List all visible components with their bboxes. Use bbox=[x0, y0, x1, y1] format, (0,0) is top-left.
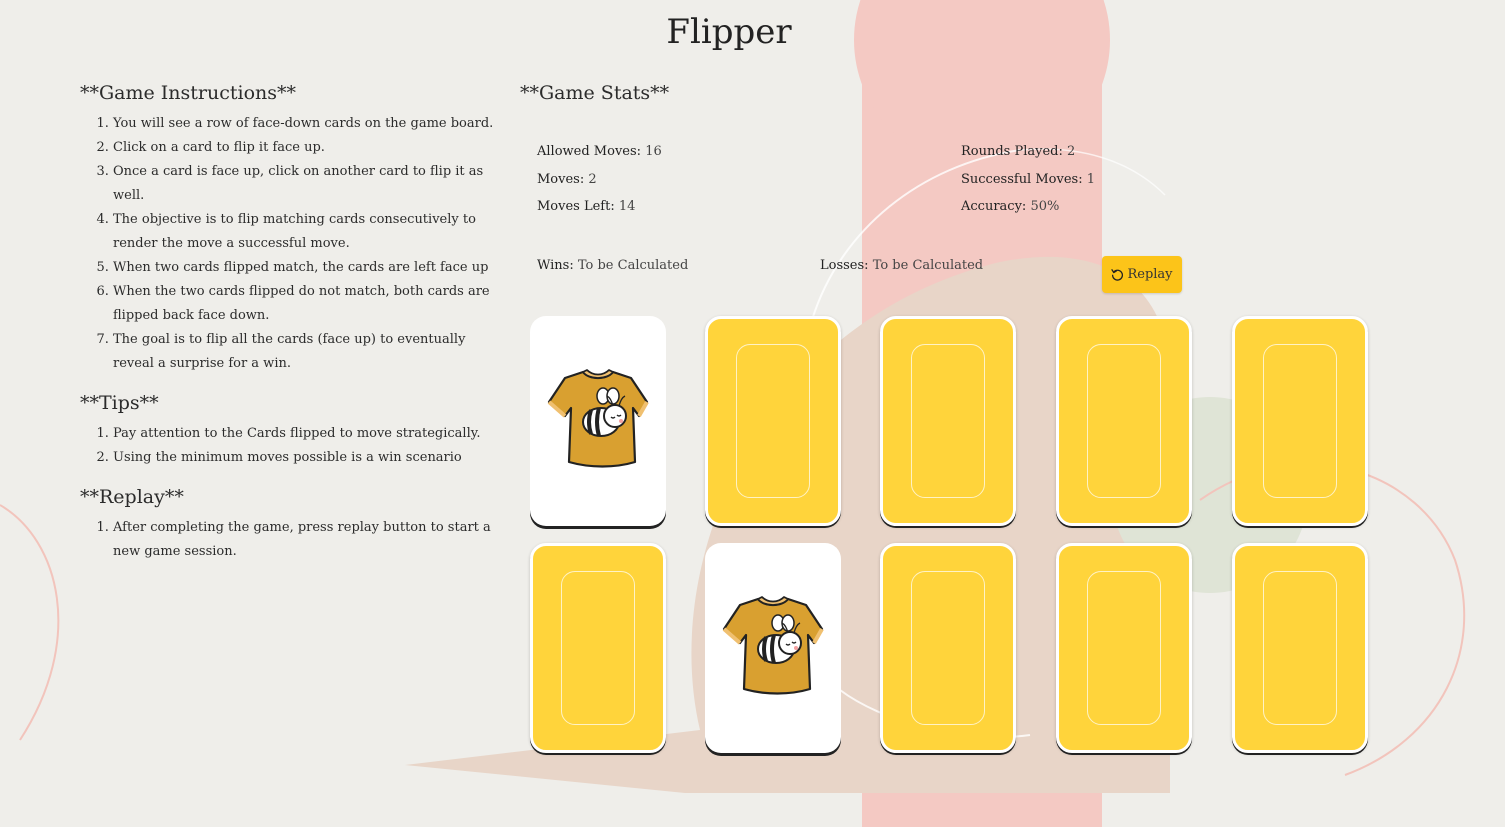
losses-value: To be Calculated bbox=[872, 258, 984, 273]
card-back-pattern bbox=[561, 571, 635, 725]
moves-left-stat: Moves Left: 14 bbox=[537, 199, 635, 214]
instructions-list: You will see a row of face-down cards on… bbox=[80, 112, 510, 376]
replay-button[interactable]: Replay bbox=[1102, 256, 1182, 293]
losses-stat: Losses: To be Calculated bbox=[820, 258, 983, 273]
card-face-down[interactable] bbox=[1232, 543, 1368, 753]
replay-list: After completing the game, press replay … bbox=[80, 516, 510, 564]
tips-heading: **Tips** bbox=[80, 392, 159, 414]
allowed-moves-stat: Allowed Moves: 16 bbox=[537, 144, 662, 159]
instruction-item: You will see a row of face-down cards on… bbox=[113, 112, 510, 136]
card-face-down[interactable] bbox=[1056, 316, 1192, 526]
card-face-down[interactable] bbox=[705, 316, 841, 526]
moves-left-label: Moves Left: bbox=[537, 199, 615, 214]
replay-item: After completing the game, press replay … bbox=[113, 516, 510, 564]
rounds-played-stat: Rounds Played: 2 bbox=[961, 144, 1075, 159]
moves-stat: Moves: 2 bbox=[537, 172, 597, 187]
accuracy-value: 50% bbox=[1030, 199, 1060, 214]
card-back-pattern bbox=[1087, 571, 1161, 725]
instruction-item: When the two cards flipped do not match,… bbox=[113, 280, 510, 328]
tip-item: Pay attention to the Cards flipped to mo… bbox=[113, 422, 510, 446]
allowed-moves-value: 16 bbox=[645, 144, 662, 159]
card-face-down[interactable] bbox=[880, 316, 1016, 526]
card-face-down[interactable] bbox=[530, 543, 666, 753]
instruction-item: When two cards flipped match, the cards … bbox=[113, 256, 510, 280]
wins-label: Wins: bbox=[537, 258, 574, 273]
replay-heading: **Replay** bbox=[80, 486, 184, 508]
allowed-moves-label: Allowed Moves: bbox=[537, 144, 642, 159]
successful-moves-label: Successful Moves: bbox=[961, 172, 1083, 187]
page-title: Flipper bbox=[666, 12, 792, 52]
card-back-pattern bbox=[1263, 571, 1337, 725]
card-back-pattern bbox=[736, 344, 810, 498]
tips-list: Pay attention to the Cards flipped to mo… bbox=[80, 422, 510, 470]
card-back-pattern bbox=[1263, 344, 1337, 498]
card-face-up[interactable] bbox=[530, 316, 666, 526]
card-face-down[interactable] bbox=[880, 543, 1016, 753]
moves-label: Moves: bbox=[537, 172, 585, 187]
game-stats-panel: **Game Stats** Allowed Moves: 16 Moves: … bbox=[520, 82, 1420, 302]
instructions-panel: **Game Instructions** You will see a row… bbox=[80, 82, 510, 580]
stats-heading: **Game Stats** bbox=[520, 82, 670, 104]
card-face-down[interactable] bbox=[1232, 316, 1368, 526]
losses-label: Losses: bbox=[820, 258, 869, 273]
rounds-played-value: 2 bbox=[1067, 144, 1076, 159]
card-face-down[interactable] bbox=[1056, 543, 1192, 753]
successful-moves-value: 1 bbox=[1086, 172, 1095, 187]
moves-left-value: 14 bbox=[618, 199, 636, 214]
card-back-pattern bbox=[1087, 344, 1161, 498]
bee-shirt-icon bbox=[722, 596, 824, 695]
rounds-played-label: Rounds Played: bbox=[961, 144, 1063, 159]
wins-stat: Wins: To be Calculated bbox=[537, 258, 688, 273]
moves-value: 2 bbox=[588, 172, 597, 187]
replay-icon bbox=[1111, 269, 1124, 281]
instructions-heading: **Game Instructions** bbox=[80, 82, 297, 104]
instruction-item: The goal is to flip all the cards (face … bbox=[113, 328, 510, 376]
accuracy-stat: Accuracy: 50% bbox=[961, 199, 1059, 214]
tip-item: Using the minimum moves possible is a wi… bbox=[113, 446, 510, 470]
card-back-pattern bbox=[911, 344, 985, 498]
bee-shirt-icon bbox=[547, 369, 649, 468]
instruction-item: Once a card is face up, click on another… bbox=[113, 160, 510, 208]
accuracy-label: Accuracy: bbox=[961, 199, 1027, 214]
instruction-item: Click on a card to flip it face up. bbox=[113, 136, 510, 160]
instruction-item: The objective is to flip matching cards … bbox=[113, 208, 510, 256]
card-back-pattern bbox=[911, 571, 985, 725]
replay-label: Replay bbox=[1127, 267, 1173, 282]
card-face-up[interactable] bbox=[705, 543, 841, 753]
wins-value: To be Calculated bbox=[577, 258, 689, 273]
successful-moves-stat: Successful Moves: 1 bbox=[961, 172, 1095, 187]
